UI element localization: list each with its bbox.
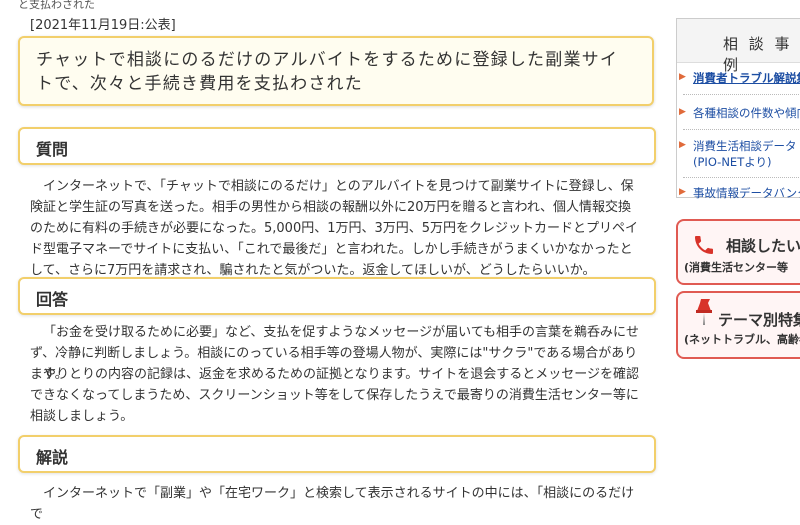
question-heading: 質問 <box>36 140 69 159</box>
article-title-box: チャットで相談にのるだけのアルバイトをするために登録した副業サイトで、次々と手続… <box>18 36 654 106</box>
explanation-heading-box: 解説 <box>18 435 656 473</box>
pushpin-icon <box>696 299 712 325</box>
sidebar-link-trouble-guide[interactable]: 消費者トラブル解説集 <box>693 70 800 86</box>
theme-banner[interactable]: テーマ別特集 (ネットトラブル、高齢者 <box>676 291 800 359</box>
question-body: インターネットで、「チャットで相談にのるだけ」とのアルバイトを見つけて副業サイト… <box>30 179 639 278</box>
case-sidebar-panel: 相 談 事 例 ▶ 消費者トラブル解説集 ▶ 各種相談の件数や傾向 ▶ 消費生活… <box>676 18 800 201</box>
arrow-right-icon: ▶ <box>679 72 686 82</box>
answer-heading-box: 回答 <box>18 277 656 315</box>
phone-icon <box>695 236 713 254</box>
theme-banner-title: テーマ別特集 <box>718 311 800 329</box>
answer-heading: 回答 <box>36 290 69 309</box>
divider <box>683 129 800 130</box>
case-sidebar-header: 相 談 事 例 <box>677 19 800 74</box>
consult-banner-title: 相談したい <box>726 237 800 255</box>
top-fragment-text: と支払わされた <box>18 0 95 11</box>
divider <box>683 94 800 95</box>
publish-date: [2021年11月19日:公表] <box>30 18 176 33</box>
consult-banner[interactable]: 相談したい (消費生活センター等 <box>676 219 800 285</box>
question-heading-box: 質問 <box>18 127 656 165</box>
sidebar-link-pionet[interactable]: 消費生活相談データ (PIO-NETより) <box>693 138 797 170</box>
arrow-right-icon: ▶ <box>679 187 686 197</box>
theme-banner-subtitle: (ネットトラブル、高齢者 <box>684 333 800 346</box>
explanation-heading: 解説 <box>36 448 69 467</box>
consult-banner-subtitle: (消費生活センター等 <box>684 261 789 274</box>
arrow-right-icon: ▶ <box>679 107 686 117</box>
divider <box>683 177 800 178</box>
arrow-right-icon: ▶ <box>679 140 686 150</box>
sidebar-link-pionet-line1: 消費生活相談データ <box>693 139 797 153</box>
answer-body-2: やりとりの内容の記録は、返金を求めるための証拠となります。サイトを退会するとメッ… <box>30 367 640 424</box>
article-title: チャットで相談にのるだけのアルバイトをするために登録した副業サイトで、次々と手続… <box>36 50 619 94</box>
sidebar-link-stats[interactable]: 各種相談の件数や傾向 <box>693 105 800 121</box>
sidebar-link-pionet-line2: (PIO-NETより) <box>693 155 772 169</box>
sidebar-link-accident-db[interactable]: 事故情報データバンク <box>693 185 800 201</box>
explanation-body: インターネットで「副業」や「在宅ワーク」と検索して表示されるサイトの中には、「相… <box>30 486 635 522</box>
